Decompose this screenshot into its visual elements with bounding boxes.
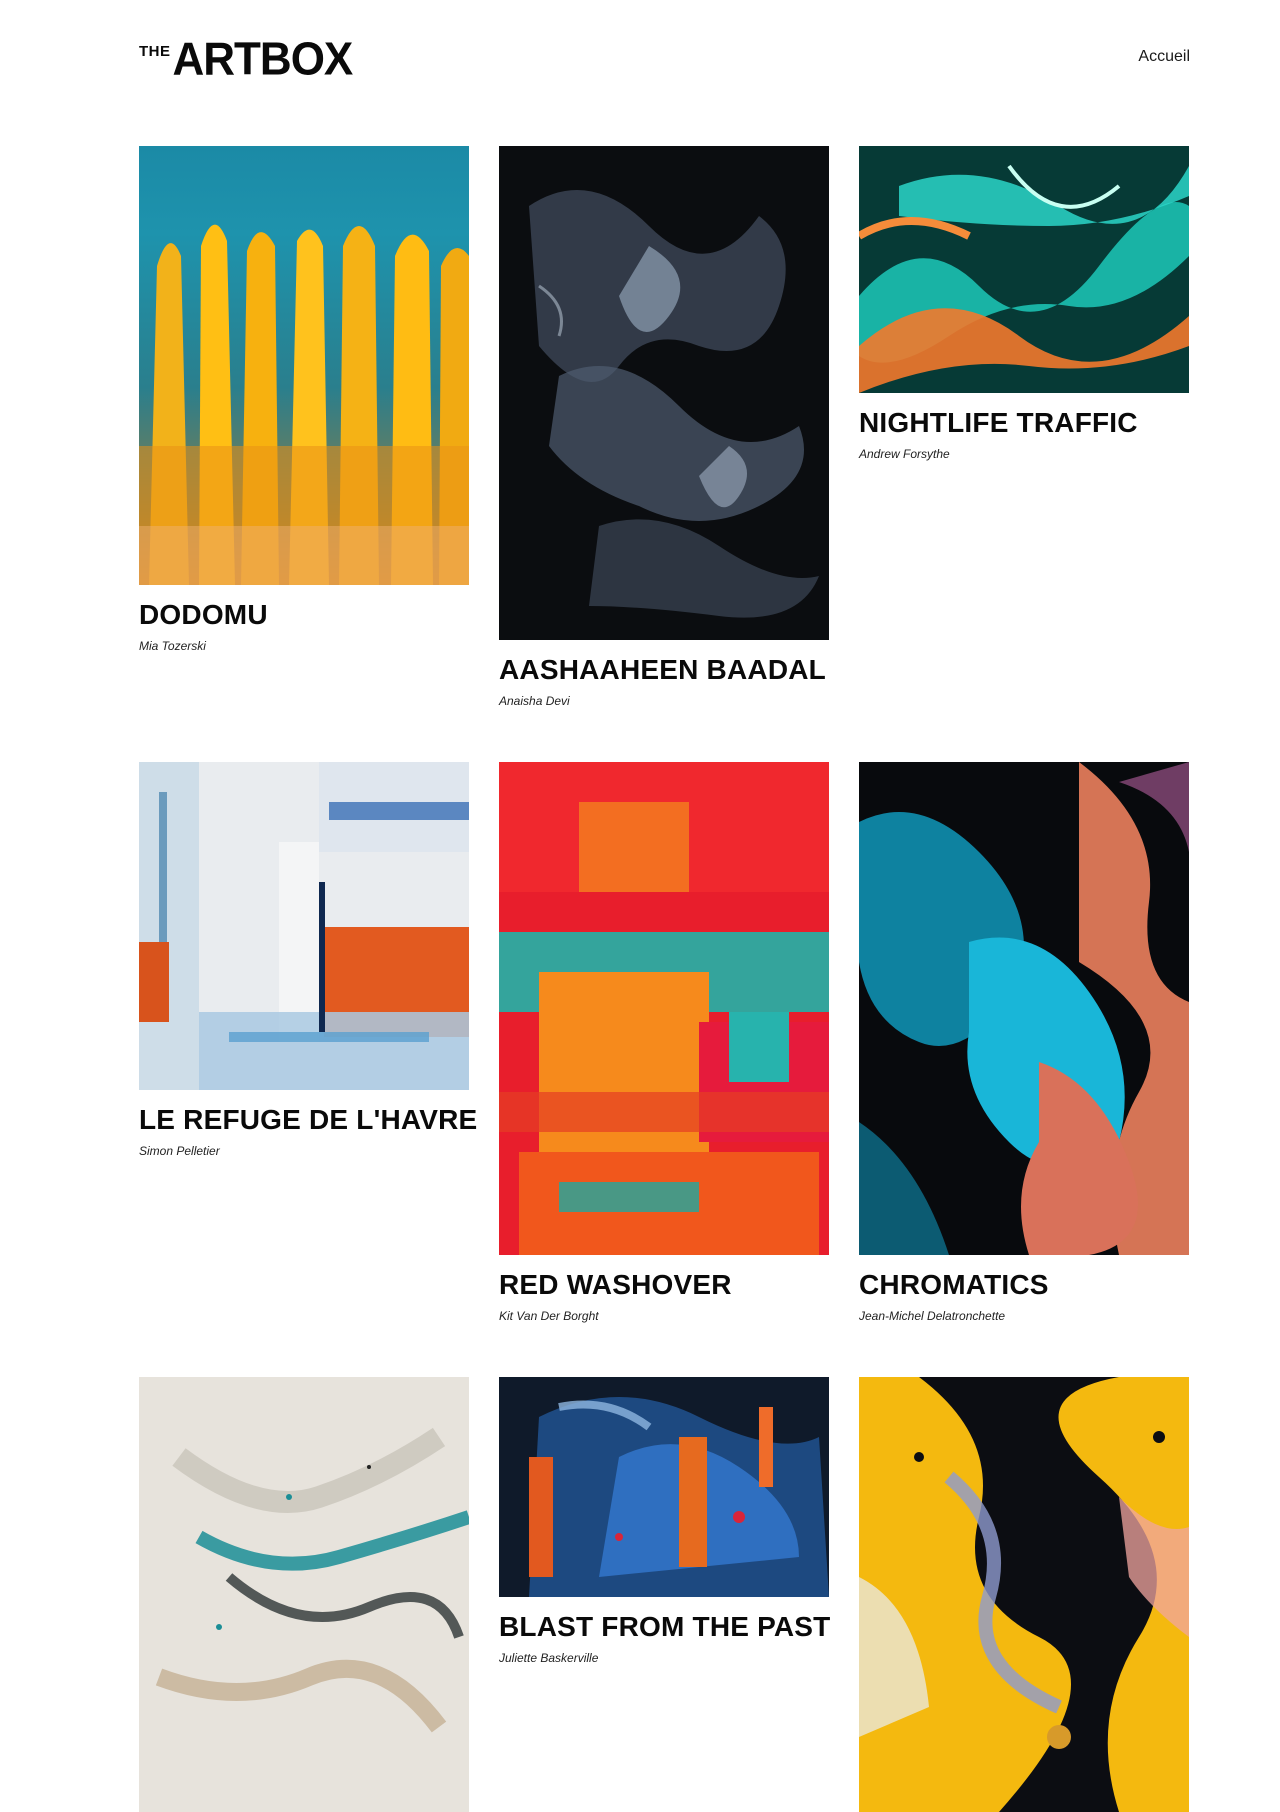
artwork-card[interactable] [859, 1377, 1189, 1812]
artwork-image[interactable] [499, 762, 829, 1255]
artwork-card[interactable]: BLAST FROM THE PAST Juliette Baskerville [499, 1377, 830, 1665]
artwork-title[interactable]: LE REFUGE DE L'HAVRE [139, 1103, 477, 1137]
artwork-artist: Kit Van Der Borght [499, 1309, 599, 1323]
artwork-image[interactable] [499, 1377, 829, 1597]
artwork-image[interactable] [139, 762, 469, 1090]
artwork-card[interactable]: RED WASHOVER Kit Van Der Borght [499, 762, 829, 1323]
artwork-artist: Simon Pelletier [139, 1144, 220, 1158]
artwork-image[interactable] [139, 146, 469, 585]
artwork-image[interactable] [859, 146, 1189, 393]
artwork-title[interactable]: DODOMU [139, 598, 469, 632]
artwork-card[interactable]: AASHAAHEEN BAADAL Anaisha Devi [499, 146, 829, 708]
artwork-artist: Anaisha Devi [499, 694, 570, 708]
artwork-image[interactable] [139, 1377, 469, 1812]
artwork-card[interactable]: CHROMATICS Jean-Michel Delatronchette [859, 762, 1189, 1323]
artwork-card[interactable]: DODOMU Mia Tozerski [139, 146, 469, 653]
logo-prefix: THE [139, 43, 171, 60]
page: THE ARTBOX Accueil DODOMU Mia Tozerski A… [0, 0, 1280, 1812]
artwork-title[interactable]: CHROMATICS [859, 1268, 1189, 1302]
artwork-image[interactable] [859, 1377, 1189, 1812]
artwork-title[interactable]: RED WASHOVER [499, 1268, 829, 1302]
nav-link-accueil[interactable]: Accueil [1138, 48, 1190, 66]
artwork-card[interactable] [139, 1377, 469, 1812]
artwork-artist: Juliette Baskerville [499, 1651, 599, 1665]
artwork-card[interactable]: NIGHTLIFE TRAFFIC Andrew Forsythe [859, 146, 1189, 461]
artwork-card[interactable]: LE REFUGE DE L'HAVRE Simon Pelletier [139, 762, 477, 1158]
artwork-artist: Jean-Michel Delatronchette [859, 1309, 1006, 1323]
artwork-title[interactable]: BLAST FROM THE PAST [499, 1610, 830, 1644]
artwork-title[interactable]: NIGHTLIFE TRAFFIC [859, 406, 1189, 440]
logo-wordmark: ARTBOX [172, 33, 354, 86]
artwork-image[interactable] [859, 762, 1189, 1255]
site-logo[interactable]: THE ARTBOX [139, 33, 354, 86]
artwork-artist: Andrew Forsythe [859, 447, 950, 461]
site-header: THE ARTBOX Accueil [139, 33, 1190, 86]
artwork-title[interactable]: AASHAAHEEN BAADAL [499, 653, 829, 687]
artwork-artist: Mia Tozerski [139, 639, 206, 653]
artwork-image[interactable] [499, 146, 829, 640]
